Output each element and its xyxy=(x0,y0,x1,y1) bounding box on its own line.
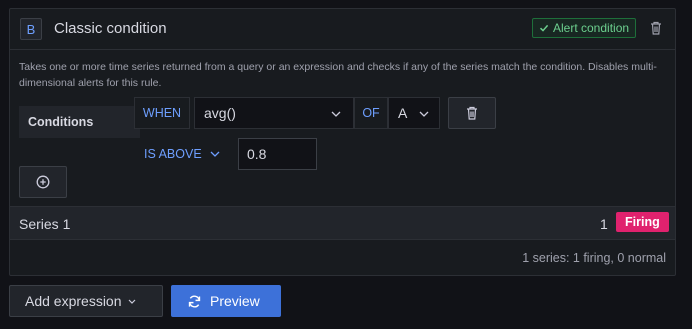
expression-title: Classic condition xyxy=(54,20,167,37)
expression-header: B Classic condition Alert condition xyxy=(10,9,675,49)
sync-icon xyxy=(188,294,201,308)
check-icon xyxy=(539,24,549,32)
ref-id-box[interactable]: B xyxy=(20,18,42,40)
header-divider xyxy=(10,49,675,50)
trash-icon[interactable] xyxy=(648,20,664,36)
plus-circle-icon xyxy=(36,175,50,189)
condition-description: Takes one or more time series returned f… xyxy=(19,61,657,89)
series-name: Series 1 xyxy=(19,216,71,232)
threshold-input[interactable]: 0.8 xyxy=(238,138,317,170)
evaluator-label: IS ABOVE xyxy=(144,147,202,161)
add-expression-label: Add expression xyxy=(25,293,122,309)
add-condition-button[interactable] xyxy=(19,166,67,198)
evaluator-select[interactable]: IS ABOVE xyxy=(144,138,234,170)
conditions-label: Conditions xyxy=(19,106,140,138)
series-count: 1 xyxy=(600,216,608,232)
reducer-select[interactable]: avg() xyxy=(194,97,354,129)
classic-condition-card: B Classic condition Alert condition Take… xyxy=(9,8,676,276)
preview-label: Preview xyxy=(210,293,260,309)
delete-condition-button[interactable] xyxy=(448,97,496,129)
chevron-down-icon xyxy=(419,111,429,117)
query-select[interactable]: A xyxy=(388,97,440,129)
series-row: Series 1 1 Firing xyxy=(10,206,675,240)
trash-icon xyxy=(467,106,477,120)
firing-badge: Firing xyxy=(616,212,669,232)
when-label: WHEN xyxy=(134,97,190,129)
chevron-down-icon xyxy=(128,299,135,304)
chevron-down-icon xyxy=(331,111,341,117)
query-value: A xyxy=(398,105,408,121)
chevron-down-icon xyxy=(210,151,220,157)
series-summary: 1 series: 1 firing, 0 normal xyxy=(522,251,666,265)
alert-condition-label: Alert condition xyxy=(553,21,630,35)
preview-button[interactable]: Preview xyxy=(171,285,281,317)
add-expression-button[interactable]: Add expression xyxy=(9,285,163,317)
of-label: OF xyxy=(354,97,388,129)
reducer-value: avg() xyxy=(204,105,236,121)
alert-condition-badge: Alert condition xyxy=(532,18,637,38)
